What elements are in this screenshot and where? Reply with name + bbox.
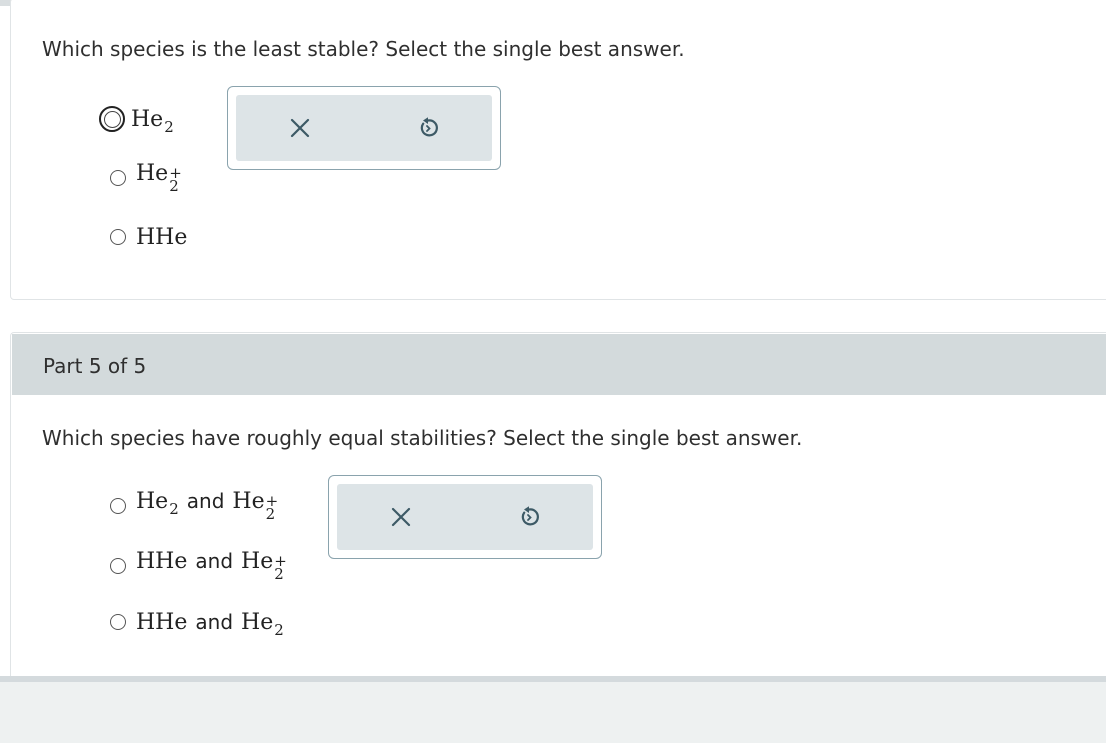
option-label: HHe and He +2 [136,549,287,583]
page: Which species is the least stable? Selec… [0,0,1106,743]
part-header: Part 5 of 5 [12,334,1106,395]
option-label: He 2 [131,106,174,136]
question-text-part4: Which species is the least stable? Selec… [42,37,685,61]
footer-area [0,682,1106,743]
option-he2[interactable]: He 2 [99,102,174,136]
answer-tools-part4 [227,86,501,170]
question-text-part5: Which species have roughly equal stabili… [42,426,803,450]
radio-button[interactable] [110,170,126,186]
radio-button[interactable] [110,229,126,245]
answer-tools-part5 [328,475,602,559]
answer-tools-inner [337,484,593,550]
option-hhe[interactable]: HHe [110,220,187,254]
option-he2-and-he2-plus[interactable]: He 2 and He +2 [110,489,278,523]
option-hhe-and-he2[interactable]: HHe and He 2 [110,605,284,639]
part-title: Part 5 of 5 [43,354,147,378]
close-icon[interactable] [280,108,320,148]
radio-button[interactable] [110,498,126,514]
undo-icon[interactable] [408,108,448,148]
option-label: He +2 [136,161,182,195]
option-label: HHe and He 2 [136,609,284,639]
option-hhe-and-he2-plus[interactable]: HHe and He +2 [110,549,287,583]
option-he2-plus[interactable]: He +2 [110,161,182,195]
option-label: He 2 and He +2 [136,489,279,523]
undo-icon[interactable] [509,497,549,537]
answer-tools-inner [236,95,492,161]
radio-button[interactable] [110,614,126,630]
radio-button[interactable] [99,106,125,132]
radio-button[interactable] [110,558,126,574]
close-icon[interactable] [381,497,421,537]
option-label: HHe [136,224,188,250]
